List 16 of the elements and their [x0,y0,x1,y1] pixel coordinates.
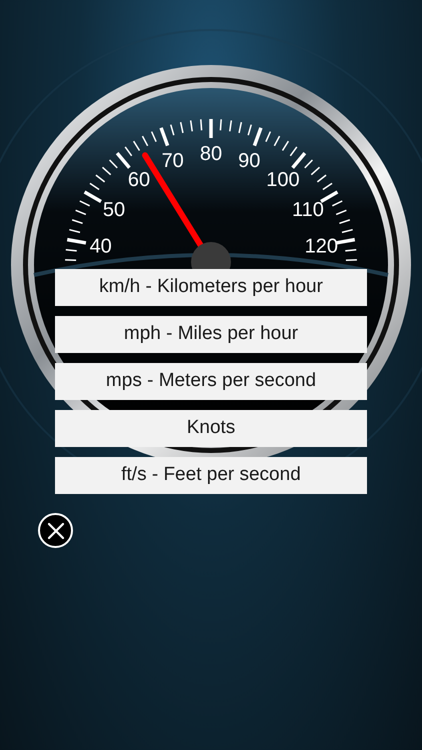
dial-number: 90 [238,150,260,172]
unit-option[interactable]: ft/s - Feet per second [55,457,367,494]
dial-number: 50 [102,199,126,221]
dial-number: 40 [90,236,112,258]
dial-number: 100 [266,169,300,192]
dial-number: 70 [162,150,184,172]
dial-number: 110 [292,199,324,221]
dial-number: 60 [128,169,150,192]
close-button[interactable] [38,513,73,548]
unit-option[interactable]: mps - Meters per second [55,363,367,400]
dial-number: 120 [304,236,338,258]
unit-option[interactable]: mph - Miles per hour [55,316,367,353]
unit-option[interactable]: km/h - Kilometers per hour [55,269,367,306]
unit-option[interactable]: Knots [55,410,367,447]
close-icon [46,522,64,540]
dial-number: 80 [200,143,222,165]
